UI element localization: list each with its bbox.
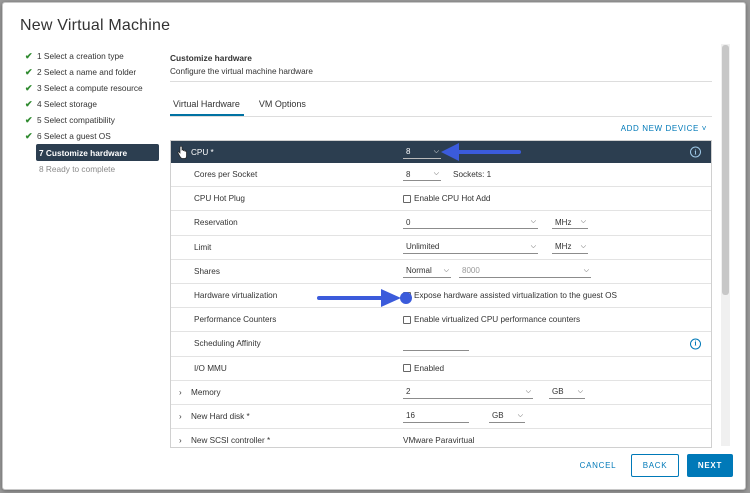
cpu-row[interactable]: CPU * 8 ⌵ i xyxy=(171,141,711,163)
chevron-down-icon: ⌵ xyxy=(580,242,586,250)
hard-disk-unit-select[interactable]: GB ⌵ xyxy=(489,410,525,423)
io-mmu-row: I/O MMU Enabled xyxy=(171,357,711,381)
hand-cursor-icon xyxy=(177,146,187,159)
hard-disk-size-input[interactable]: 16 xyxy=(403,410,469,423)
wizard-step-5[interactable]: ✔ 5 Select compatibility xyxy=(25,112,159,128)
check-icon: ✔ xyxy=(25,66,33,77)
sockets-text: Sockets: 1 xyxy=(453,170,492,180)
divider xyxy=(170,81,712,82)
limit-input[interactable]: Unlimited ⌵ xyxy=(403,241,538,254)
wizard-step-3[interactable]: ✔ 3 Select a compute resource xyxy=(25,80,159,96)
tab-virtual-hardware[interactable]: Virtual Hardware xyxy=(170,99,244,116)
wizard-step-8: 8 Ready to complete xyxy=(39,164,116,174)
chevron-down-icon: ⌵ xyxy=(530,242,536,250)
chevron-down-icon: ˅ xyxy=(698,124,707,133)
limit-unit-select[interactable]: MHz ⌵ xyxy=(552,241,588,254)
shares-row: Shares Normal ⌵ 8000 ⌵ xyxy=(171,260,711,284)
scrollbar-thumb[interactable] xyxy=(722,45,729,295)
scheduling-affinity-input[interactable] xyxy=(403,339,469,351)
divider xyxy=(170,116,712,117)
chevron-right-icon: › xyxy=(179,387,182,397)
shares-amount-input[interactable]: 8000 ⌵ xyxy=(459,265,591,278)
memory-input[interactable]: 2 ⌵ xyxy=(403,386,533,399)
wizard-step-2[interactable]: ✔ 2 Select a name and folder xyxy=(25,64,159,80)
chevron-down-icon: ⌵ xyxy=(530,218,536,226)
chevron-down-icon: ⌵ xyxy=(577,387,583,395)
check-icon: ✔ xyxy=(25,50,33,61)
chevron-down-icon: ⌵ xyxy=(583,266,589,274)
cpu-label: CPU * xyxy=(191,147,214,157)
chevron-down-icon: ⌵ xyxy=(443,266,449,274)
dialog-scrollbar[interactable] xyxy=(721,44,730,446)
expose-hw-virtualization-checkbox[interactable] xyxy=(403,291,411,300)
chevron-down-icon: ⌵ xyxy=(580,218,586,226)
reservation-row: Reservation 0 ⌵ MHz ⌵ xyxy=(171,211,711,236)
tab-vm-options[interactable]: VM Options xyxy=(256,99,310,116)
add-new-device-button[interactable]: ADD NEW DEVICE ˅ xyxy=(621,124,707,133)
cpu-hot-add-checkbox[interactable] xyxy=(403,194,411,203)
shares-select[interactable]: Normal ⌵ xyxy=(403,265,451,278)
hard-disk-row[interactable]: › New Hard disk * 16 GB ⌵ xyxy=(171,405,711,430)
reservation-input[interactable]: 0 ⌵ xyxy=(403,216,538,230)
wizard-steps: ✔ 1 Select a creation type ✔ 2 Select a na… xyxy=(25,48,159,177)
wizard-step-7[interactable]: 7 Customize hardware xyxy=(36,144,159,161)
info-icon[interactable]: i xyxy=(690,146,701,158)
chevron-down-icon: ⌵ xyxy=(433,170,439,178)
chevron-down-icon: ⌵ xyxy=(517,411,523,419)
memory-row[interactable]: › Memory 2 ⌵ GB ⌵ xyxy=(171,381,711,405)
new-vm-dialog: New Virtual Machine ✔ 1 Select a creation… xyxy=(2,2,746,490)
scsi-controller-row[interactable]: › New SCSI controller * VMware Paravirtua… xyxy=(171,429,711,447)
hardware-virtualization-row: Hardware virtualization Expose hardware … xyxy=(171,284,711,309)
performance-counters-row: Performance Counters Enable virtualized … xyxy=(171,308,711,333)
next-button[interactable]: NEXT xyxy=(687,454,733,477)
cores-per-socket-select[interactable]: 8 ⌵ xyxy=(403,168,441,182)
back-button[interactable]: BACK xyxy=(631,454,679,477)
cancel-button[interactable]: CANCEL xyxy=(573,454,623,477)
io-mmu-checkbox[interactable] xyxy=(403,364,411,373)
check-icon: ✔ xyxy=(25,114,33,125)
content-subtitle: Configure the virtual machine hardware xyxy=(170,67,313,76)
wizard-step-6[interactable]: ✔ 6 Select a guest OS xyxy=(25,128,159,144)
scsi-controller-type: VMware Paravirtual xyxy=(403,436,475,446)
scheduling-affinity-row: Scheduling Affinity i xyxy=(171,332,711,357)
tab-bar: Virtual Hardware VM Options xyxy=(170,99,322,116)
check-icon: ✔ xyxy=(25,98,33,109)
hardware-table: CPU * 8 ⌵ i Cores per Socket 8 ⌵ Sockets: … xyxy=(170,140,712,448)
check-icon: ✔ xyxy=(25,82,33,93)
content-title: Customize hardware xyxy=(170,53,252,63)
limit-row: Limit Unlimited ⌵ MHz ⌵ xyxy=(171,236,711,260)
check-icon: ✔ xyxy=(25,130,33,141)
cpu-count-select[interactable]: 8 ⌵ xyxy=(403,146,441,159)
chevron-down-icon: ⌵ xyxy=(525,387,531,395)
chevron-right-icon: › xyxy=(179,436,182,446)
cpu-hot-plug-row: CPU Hot Plug Enable CPU Hot Add xyxy=(171,187,711,212)
chevron-right-icon: › xyxy=(179,411,182,421)
perf-counters-checkbox[interactable] xyxy=(403,315,411,324)
wizard-step-1[interactable]: ✔ 1 Select a creation type xyxy=(25,48,159,64)
info-icon[interactable]: i xyxy=(690,338,701,350)
wizard-step-4[interactable]: ✔ 4 Select storage xyxy=(25,96,159,112)
chevron-down-icon: ⌵ xyxy=(433,147,439,155)
memory-unit-select[interactable]: GB ⌵ xyxy=(549,386,585,399)
reservation-unit-select[interactable]: MHz ⌵ xyxy=(552,216,588,230)
cores-per-socket-row: Cores per Socket 8 ⌵ Sockets: 1 xyxy=(171,163,711,188)
dialog-title: New Virtual Machine xyxy=(20,17,171,34)
